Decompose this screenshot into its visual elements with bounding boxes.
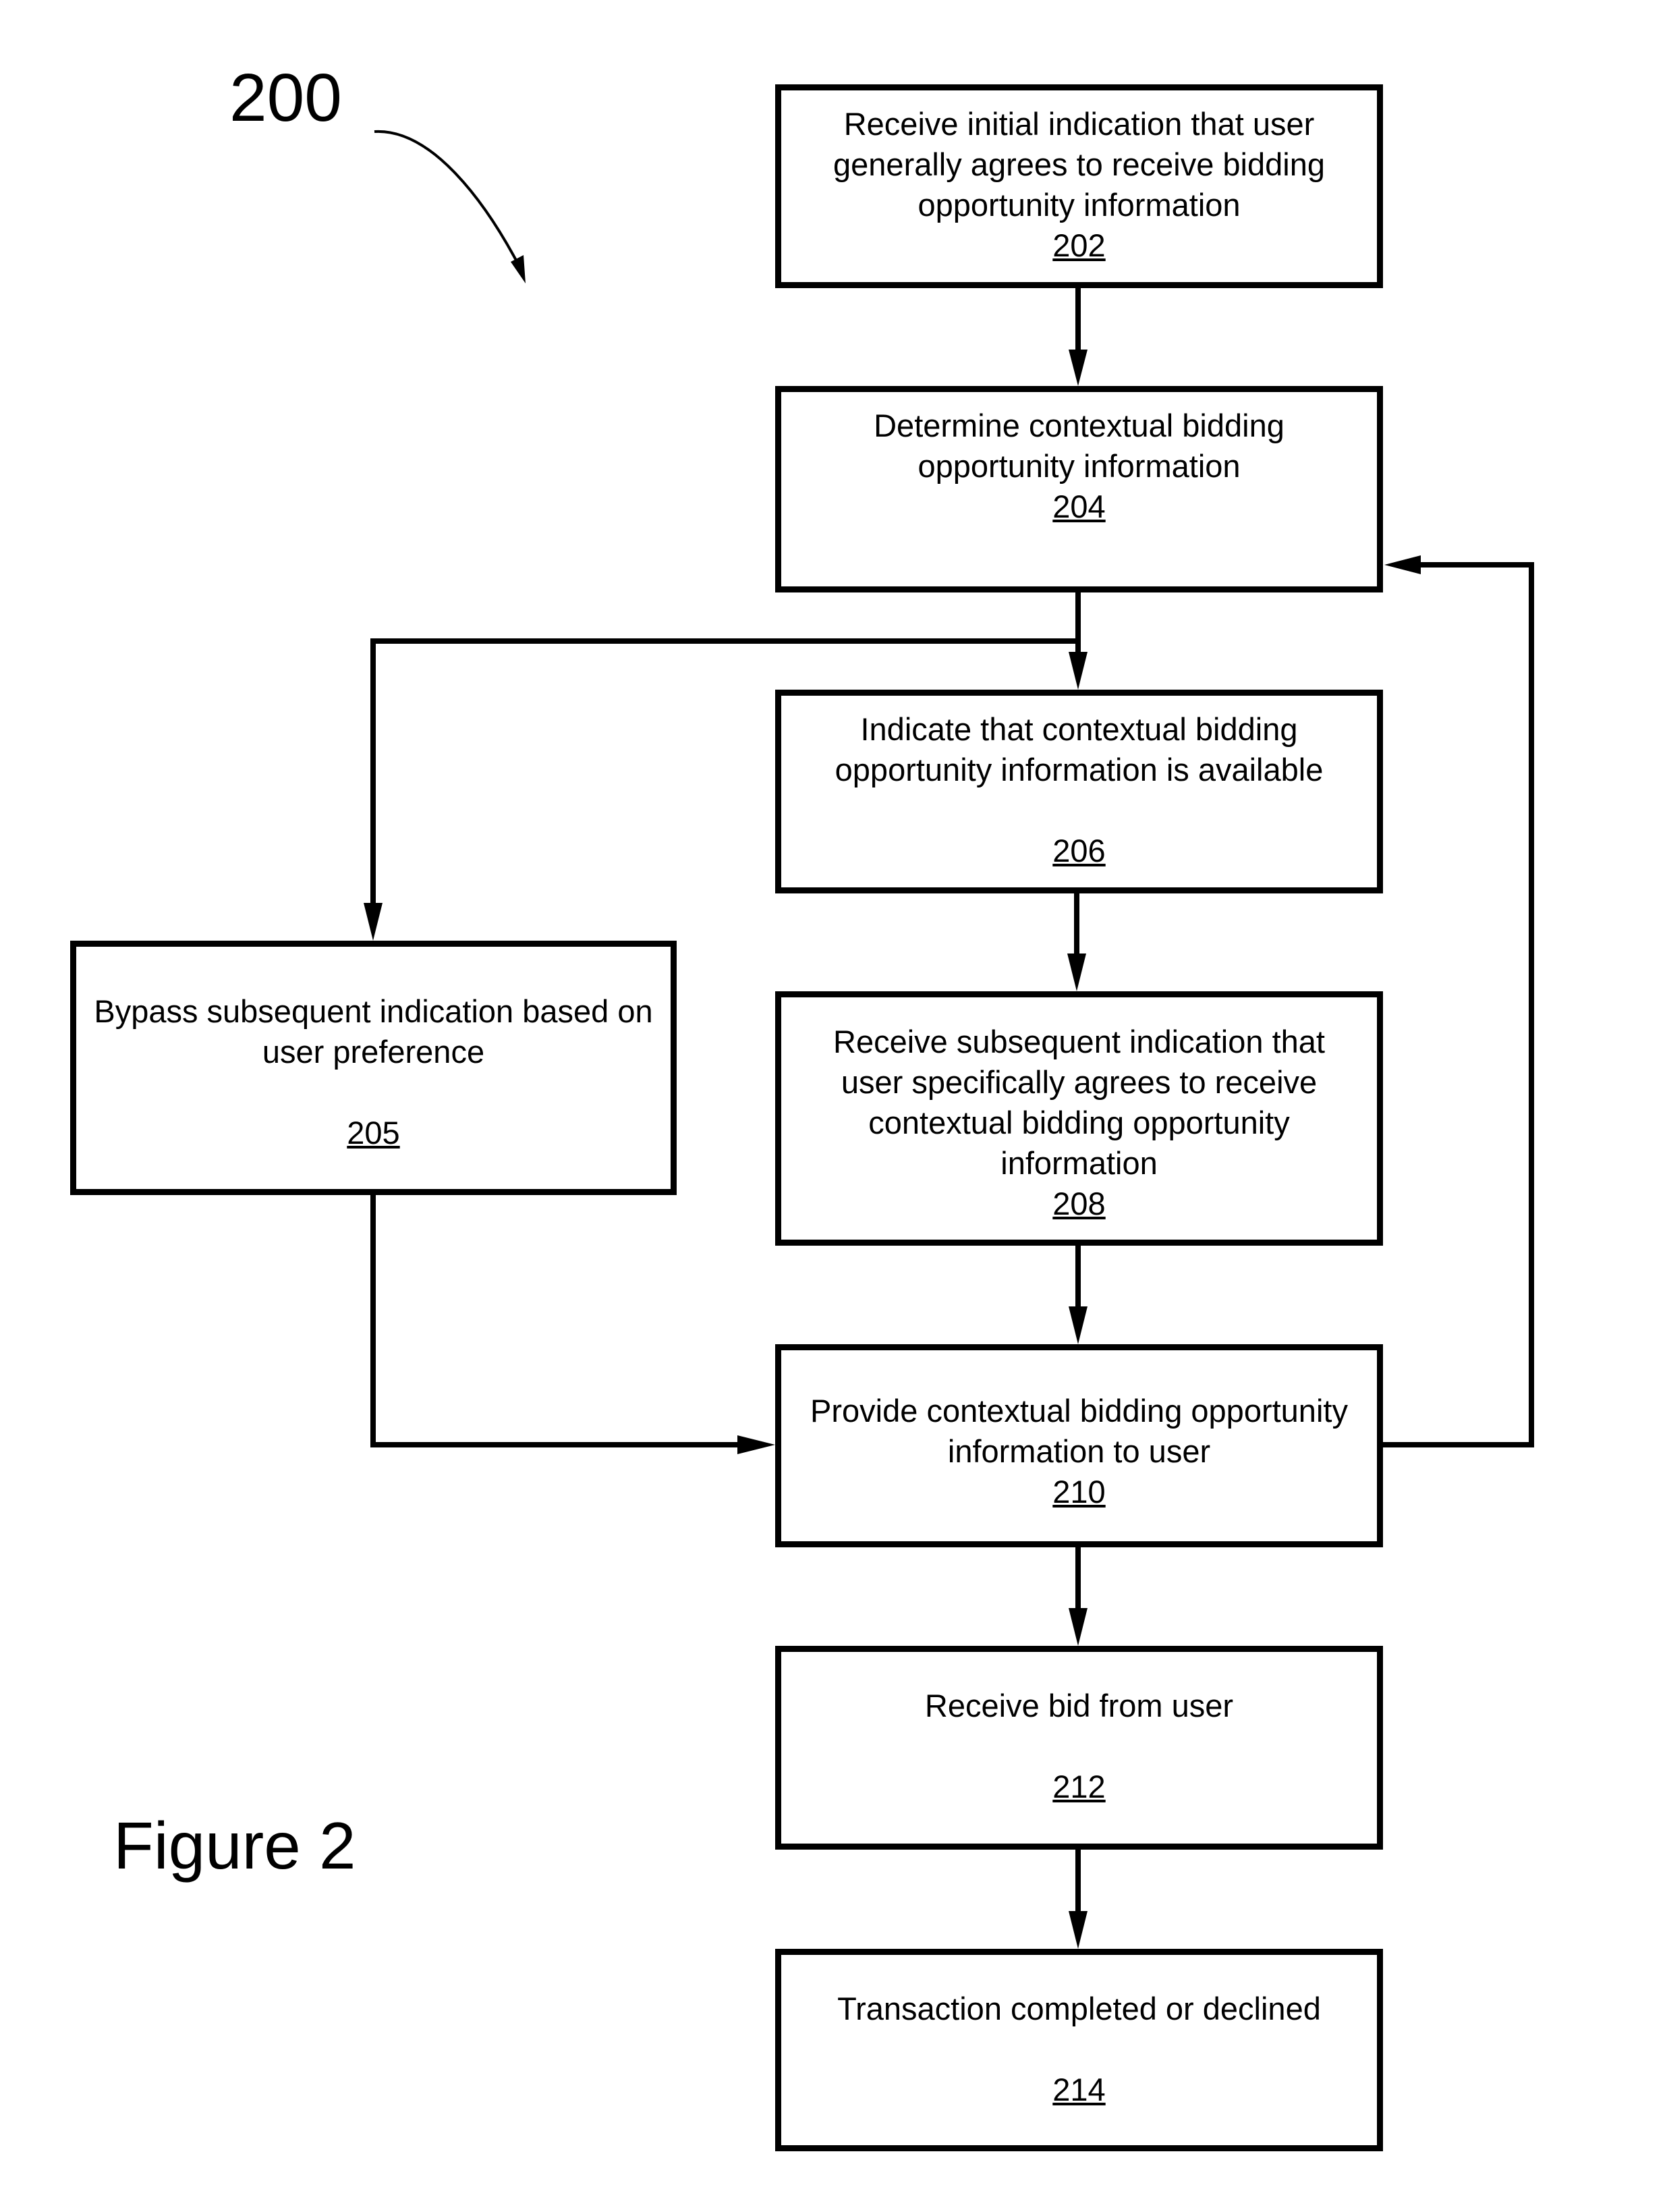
edge-210-204-feedback (1383, 562, 1534, 1447)
step-204-box: Determine contextual bidding opportunity… (775, 386, 1383, 592)
arrowhead-210-212 (1069, 1608, 1088, 1646)
arrowhead-204-206 (1069, 652, 1088, 690)
step-204-ref: 204 (1052, 489, 1106, 524)
step-206-ref: 206 (1052, 833, 1106, 868)
arrowhead-210-204 (1384, 555, 1421, 574)
arrowhead-208-210 (1069, 1306, 1088, 1344)
step-206-text: Indicate that contextual bidding opportu… (835, 711, 1324, 787)
step-212-box: Receive bid from user 212 (775, 1646, 1383, 1850)
arrowhead-202-204 (1069, 350, 1088, 386)
step-202-text: Receive initial indication that user gen… (833, 106, 1325, 223)
step-214-box: Transaction completed or declined 214 (775, 1949, 1383, 2151)
step-202-ref: 202 (1052, 227, 1106, 263)
step-210-box: Provide contextual bidding opportunity i… (775, 1344, 1383, 1547)
edge-205-210 (370, 1195, 739, 1447)
step-212-ref: 212 (1052, 1769, 1106, 1804)
step-205-text: Bypass subsequent indication based on us… (94, 993, 653, 1070)
step-214-ref: 214 (1052, 2072, 1106, 2107)
step-206-box: Indicate that contextual bidding opportu… (775, 690, 1383, 893)
step-208-text: Receive subsequent indication that user … (833, 1024, 1325, 1181)
figure-reference-arrow (374, 130, 521, 267)
step-214-text: Transaction completed or declined (837, 1991, 1321, 2026)
step-202-box: Receive initial indication that user gen… (775, 84, 1383, 288)
figure-number: 200 (229, 60, 342, 136)
arrowhead-205-210 (737, 1435, 775, 1454)
step-212-text: Receive bid from user (924, 1688, 1234, 1723)
figure-caption: Figure 2 (113, 1808, 356, 1883)
step-208-ref: 208 (1052, 1186, 1106, 1221)
figure-reference-arrowhead (511, 255, 526, 283)
step-210-ref: 210 (1052, 1474, 1106, 1510)
step-208-box: Receive subsequent indication that user … (775, 991, 1383, 1246)
step-205-ref: 205 (347, 1115, 400, 1151)
step-205-box: Bypass subsequent indication based on us… (70, 941, 677, 1195)
arrowhead-212-214 (1069, 1911, 1088, 1949)
arrowhead-204-205 (364, 903, 383, 941)
step-204-text: Determine contextual bidding opportunity… (874, 408, 1285, 484)
arrowhead-206-208 (1067, 953, 1086, 991)
step-210-text: Provide contextual bidding opportunity i… (810, 1393, 1348, 1469)
